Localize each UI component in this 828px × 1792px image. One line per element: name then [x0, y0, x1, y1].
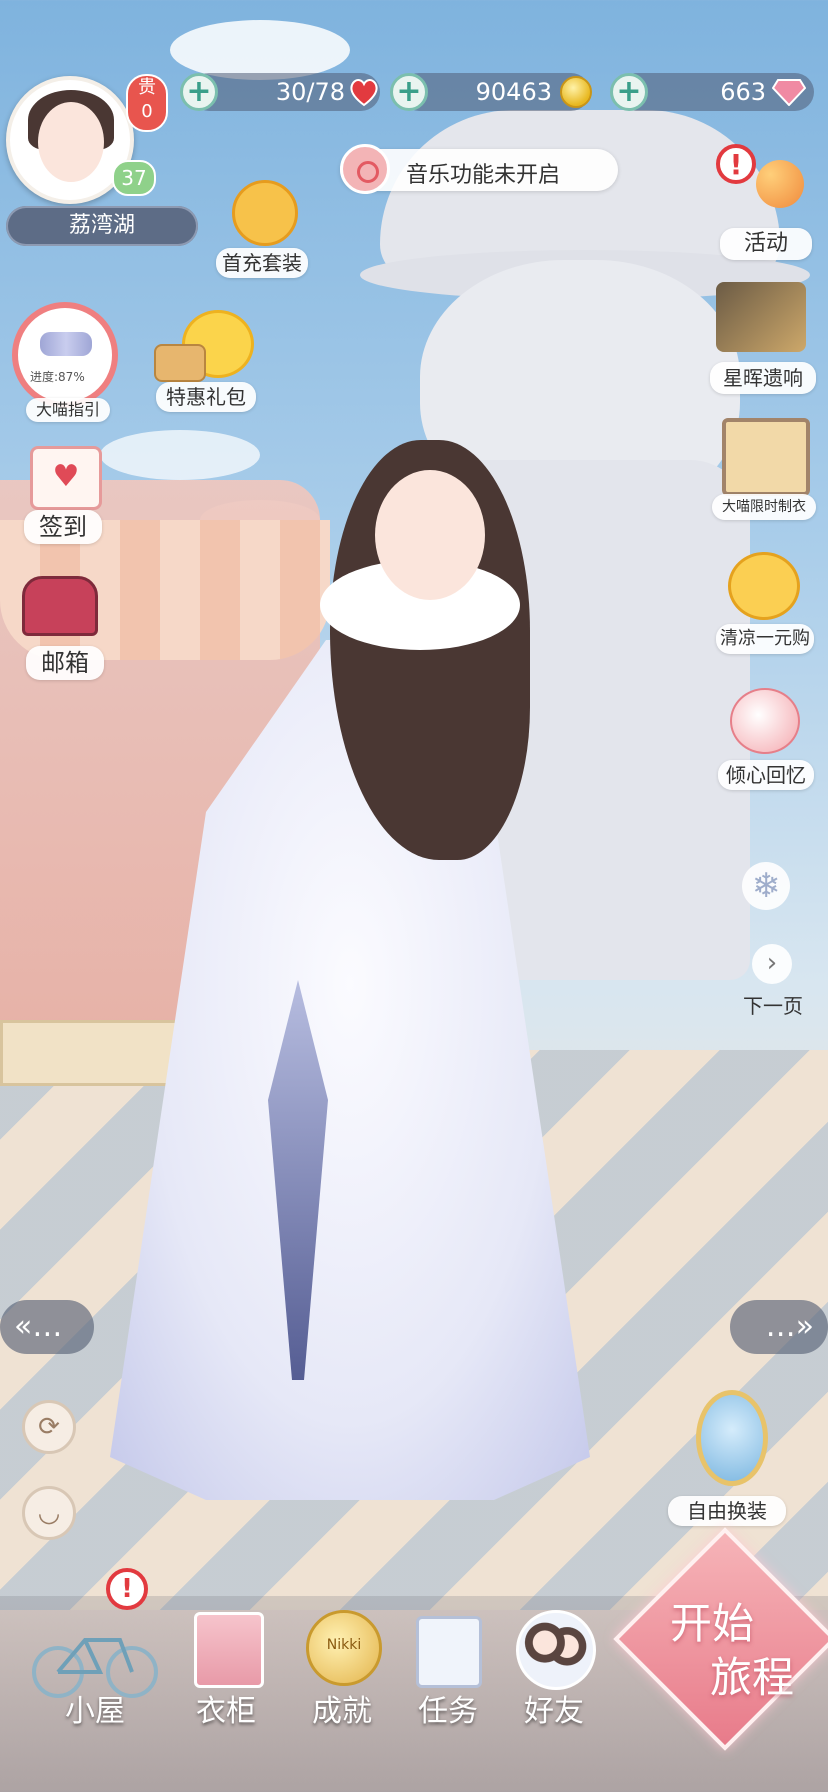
- nav-tasks[interactable]: 任务: [400, 1606, 510, 1750]
- limited-outfit-button[interactable]: 大喵限时制衣: [712, 418, 816, 524]
- snowflake-icon: ❄: [742, 862, 790, 910]
- wardrobe-icon: [194, 1612, 264, 1688]
- music-notice-text: 音乐功能未开启: [406, 163, 561, 188]
- rotate-icon: ⟳: [38, 1412, 60, 1442]
- heart-icon: [350, 79, 378, 107]
- start-journey-line2: 旅程: [710, 1653, 795, 1702]
- stamina-value: 30/78: [275, 78, 345, 106]
- guide-progress-ring[interactable]: 进度:87%: [12, 302, 118, 408]
- double-chevron-left-icon: «…: [14, 1309, 63, 1344]
- nav-friends-label: 好友: [524, 1694, 584, 1729]
- starlight-button[interactable]: 星晖遗响: [708, 278, 820, 398]
- free-dress-label: 自由换装: [668, 1496, 786, 1526]
- calendar-heart-icon: ♥: [30, 446, 102, 510]
- next-outfit-button[interactable]: …»: [730, 1300, 828, 1354]
- mailbox-label: 邮箱: [26, 646, 104, 680]
- guide-label[interactable]: 大喵指引: [26, 398, 110, 422]
- bow-icon: [40, 332, 92, 356]
- nav-tasks-label: 任务: [418, 1694, 478, 1729]
- coin-icon: [560, 76, 592, 108]
- diamond-icon: [772, 79, 806, 106]
- add-diamonds-button[interactable]: +: [610, 73, 648, 111]
- add-stamina-button[interactable]: +: [180, 73, 218, 111]
- memory-button[interactable]: 倾心回忆: [716, 684, 816, 794]
- start-journey-line1: 开始: [670, 1599, 755, 1648]
- checkin-button[interactable]: ♥ 签到: [24, 446, 106, 546]
- next-page-button[interactable]: › 下一页: [730, 944, 816, 1024]
- nav-house[interactable]: 小屋: [20, 1600, 170, 1750]
- one-yuan-button[interactable]: 清凉一元购: [716, 548, 816, 658]
- memory-label: 倾心回忆: [718, 760, 814, 790]
- nav-wardrobe-label: 衣柜: [196, 1694, 256, 1729]
- nav-friends[interactable]: 好友: [506, 1606, 616, 1750]
- events-button[interactable]: ! 活动: [716, 140, 816, 260]
- coin-stack-icon: [154, 344, 206, 382]
- cat-frame-icon: [722, 418, 810, 496]
- first-recharge-button[interactable]: 首充套装: [210, 176, 310, 286]
- one-yuan-label: 清凉一元购: [716, 624, 814, 654]
- pig-icon: [232, 180, 298, 246]
- nav-achievement[interactable]: Nikki 成就: [292, 1610, 402, 1750]
- cloud: [170, 20, 350, 80]
- friends-icon: [516, 1610, 596, 1690]
- chevron-right-icon: ›: [752, 944, 792, 984]
- avatar-face: [38, 102, 104, 182]
- level-badge: 37: [112, 160, 156, 196]
- double-chevron-right-icon: …»: [765, 1309, 814, 1344]
- closed-eye-icon: ◡: [37, 1498, 61, 1528]
- book-star-icon: [716, 282, 806, 352]
- cloud: [100, 430, 260, 480]
- free-dress-button[interactable]: 自由换装: [668, 1390, 794, 1530]
- task-list-icon: [416, 1616, 482, 1688]
- player-name[interactable]: 荔湾湖: [6, 206, 198, 246]
- nav-wardrobe[interactable]: 衣柜: [180, 1610, 290, 1750]
- checkin-label: 签到: [24, 510, 102, 544]
- guide-progress-text: 进度:87%: [30, 370, 85, 384]
- nav-achievement-label: 成就: [312, 1694, 372, 1729]
- achievement-medal-icon: Nikki: [306, 1610, 382, 1686]
- limited-outfit-label: 大喵限时制衣: [712, 494, 816, 520]
- music-disabled-icon[interactable]: [340, 144, 390, 194]
- sun-chick-icon: [728, 552, 800, 620]
- rotate-button[interactable]: ⟳: [22, 1400, 76, 1454]
- mailbox-button[interactable]: 邮箱: [14, 566, 114, 680]
- coin-value: 90463: [475, 78, 552, 106]
- diamond-value: 663: [720, 78, 766, 106]
- hide-ui-button[interactable]: ◡: [22, 1486, 76, 1540]
- previous-outfit-button[interactable]: «…: [0, 1300, 94, 1354]
- starlight-label: 星晖遗响: [710, 362, 816, 394]
- achievement-badge-text: Nikki: [326, 1637, 362, 1653]
- vip-label: 贵: [138, 77, 156, 98]
- heart-memory-icon: [730, 688, 800, 754]
- first-recharge-label: 首充套装: [216, 248, 308, 278]
- alert-icon: !: [716, 144, 756, 184]
- mailbox-icon: [22, 576, 98, 636]
- nav-house-label: 小屋: [65, 1694, 125, 1729]
- vip-level: 0: [141, 101, 153, 122]
- vip-badge[interactable]: 贵 0: [126, 74, 168, 132]
- special-pack-label: 特惠礼包: [156, 382, 256, 412]
- special-pack-button[interactable]: 特惠礼包: [152, 306, 262, 416]
- next-page-label: 下一页: [743, 994, 803, 1018]
- balloons-icon: [756, 160, 804, 208]
- character-face: [375, 470, 485, 600]
- add-coins-button[interactable]: +: [390, 73, 428, 111]
- events-label: 活动: [720, 228, 812, 260]
- mirror-icon: [696, 1390, 768, 1486]
